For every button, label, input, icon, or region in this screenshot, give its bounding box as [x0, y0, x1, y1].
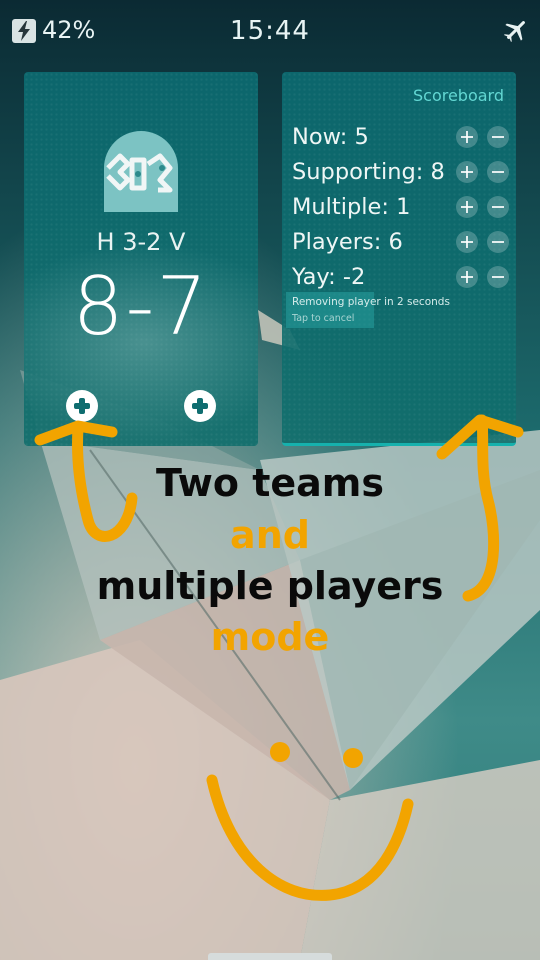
caption-line: Two teams: [156, 461, 384, 505]
score-display: 8-7: [72, 260, 210, 353]
increment-plus-icon[interactable]: [456, 161, 478, 183]
add-home-point-icon[interactable]: [66, 390, 98, 422]
add-visitor-point-icon[interactable]: [184, 390, 216, 422]
decrement-minus-icon[interactable]: [487, 231, 509, 253]
home-indicator[interactable]: [208, 953, 332, 960]
player-row: Players: 6: [292, 229, 516, 264]
player-label: Supporting: 8: [292, 159, 445, 185]
increment-plus-icon[interactable]: [456, 231, 478, 253]
increment-plus-icon[interactable]: [456, 266, 478, 288]
scoreboard-cover[interactable]: Scoreboard Now: 5 Supporting: 8 Multiple…: [282, 72, 516, 446]
player-row: Now: 5: [292, 124, 516, 159]
decrement-minus-icon[interactable]: [487, 161, 509, 183]
player-label: Multiple: 1: [292, 194, 411, 220]
match-summary: H 3-2 V: [96, 228, 186, 256]
decrement-minus-icon[interactable]: [487, 266, 509, 288]
caption-line: mode: [210, 615, 330, 659]
player-row: Supporting: 8: [292, 159, 516, 194]
decrement-minus-icon[interactable]: [487, 126, 509, 148]
decrement-minus-icon[interactable]: [487, 196, 509, 218]
player-label: Players: 6: [292, 229, 403, 255]
player-label: Now: 5: [292, 124, 369, 150]
app-logo-icon: [98, 128, 184, 214]
remorse-cancel-hint[interactable]: Tap to cancel: [292, 313, 354, 324]
player-label: Yay: -2: [292, 264, 366, 290]
increment-plus-icon[interactable]: [456, 126, 478, 148]
match-score-cover[interactable]: H 3-2 V 8-7: [24, 72, 258, 446]
caption-line: multiple players: [96, 564, 444, 608]
increment-plus-icon[interactable]: [456, 196, 478, 218]
scoreboard-title: Scoreboard: [412, 86, 504, 105]
airplane-mode-icon: [502, 16, 530, 48]
player-list: Now: 5 Supporting: 8 Multiple: 1 Players…: [292, 124, 516, 299]
remorse-message: Removing player in 2 seconds: [292, 296, 450, 308]
caption-line: and: [230, 513, 310, 557]
clock: 15:44: [230, 16, 310, 46]
player-row: Multiple: 1: [292, 194, 516, 229]
status-bar: 42% 15:44: [0, 0, 540, 62]
